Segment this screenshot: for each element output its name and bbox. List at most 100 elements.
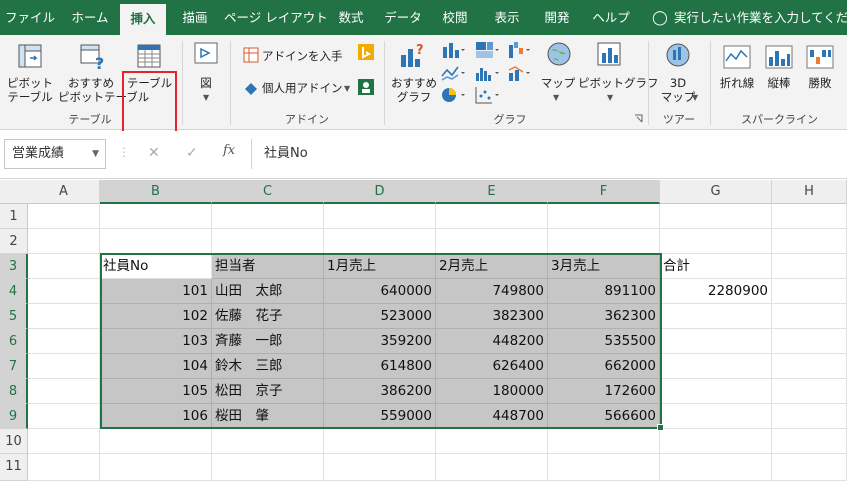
cell-f1[interactable]	[548, 204, 660, 229]
row-header-8[interactable]: 8	[0, 379, 28, 404]
row-header-5[interactable]: 5	[0, 304, 28, 329]
cell-c11[interactable]	[212, 454, 324, 481]
scatter-chart-icon[interactable]	[475, 86, 499, 104]
column-header-a[interactable]: A	[28, 180, 100, 204]
cell-a8[interactable]	[28, 379, 100, 404]
cell-e8[interactable]: 180000	[436, 379, 548, 404]
pivot-chart-button[interactable]: ピボットグラフ	[578, 76, 659, 90]
pivot-table-button[interactable]: ピボット テーブル	[4, 76, 56, 104]
cancel-icon[interactable]: ✕	[148, 145, 160, 161]
tab-page-layout[interactable]: ページ レイアウト	[224, 0, 328, 35]
tab-home[interactable]: ホーム	[62, 0, 118, 35]
tab-file[interactable]: ファイル	[0, 0, 60, 35]
chevron-down-icon[interactable]: ▼	[203, 93, 209, 102]
column-header-f[interactable]: F	[548, 180, 660, 204]
cell-h5[interactable]	[772, 304, 847, 329]
cell-b6[interactable]: 103	[100, 329, 212, 354]
column-header-g[interactable]: G	[660, 180, 772, 204]
cell-b1[interactable]	[100, 204, 212, 229]
tab-view[interactable]: 表示	[484, 0, 530, 35]
cell-c4[interactable]: 山田 太郎	[212, 279, 324, 304]
cell-b2[interactable]	[100, 229, 212, 254]
cell-b4[interactable]: 101	[100, 279, 212, 304]
cell-h11[interactable]	[772, 454, 847, 481]
row-header-2[interactable]: 2	[0, 229, 28, 254]
tab-developer[interactable]: 開発	[534, 0, 580, 35]
tab-insert[interactable]: 挿入	[120, 4, 166, 35]
tab-help[interactable]: ヘルプ	[584, 0, 638, 35]
line-chart-icon[interactable]	[441, 64, 465, 82]
cell-c5[interactable]: 佐藤 花子	[212, 304, 324, 329]
fill-handle[interactable]	[657, 424, 664, 431]
cell-e5[interactable]: 382300	[436, 304, 548, 329]
cell-e11[interactable]	[436, 454, 548, 481]
recommended-charts-button[interactable]: おすすめ グラフ	[390, 76, 438, 104]
cell-d9[interactable]: 559000	[324, 404, 436, 429]
cell-g2[interactable]	[660, 229, 772, 254]
cell-f7[interactable]: 662000	[548, 354, 660, 379]
combo-chart-icon[interactable]	[508, 64, 532, 82]
row-header-4[interactable]: 4	[0, 279, 28, 304]
cell-b11[interactable]	[100, 454, 212, 481]
enter-icon[interactable]: ✓	[186, 145, 198, 161]
cell-c2[interactable]	[212, 229, 324, 254]
cell-f4[interactable]: 891100	[548, 279, 660, 304]
cell-a1[interactable]	[28, 204, 100, 229]
cell-h7[interactable]	[772, 354, 847, 379]
cell-g9[interactable]	[660, 404, 772, 429]
cell-f8[interactable]: 172600	[548, 379, 660, 404]
cell-h1[interactable]	[772, 204, 847, 229]
cell-a7[interactable]	[28, 354, 100, 379]
insert-function-icon[interactable]: fx	[223, 143, 235, 158]
cell-b7[interactable]: 104	[100, 354, 212, 379]
row-header-9[interactable]: 9	[0, 404, 28, 429]
sparkline-column-button[interactable]: 縦棒	[758, 76, 800, 90]
cell-a4[interactable]	[28, 279, 100, 304]
chevron-down-icon[interactable]: ▼	[553, 93, 559, 102]
cell-c9[interactable]: 桜田 肇	[212, 404, 324, 429]
cell-d5[interactable]: 523000	[324, 304, 436, 329]
cell-h8[interactable]	[772, 379, 847, 404]
cell-g3[interactable]: 合計	[660, 254, 772, 279]
row-header-1[interactable]: 1	[0, 204, 28, 229]
recommended-pivot-button[interactable]: おすすめ ピボットテーブル	[58, 76, 149, 104]
cell-d7[interactable]: 614800	[324, 354, 436, 379]
column-header-b[interactable]: B	[100, 180, 212, 204]
cell-e10[interactable]	[436, 429, 548, 454]
cell-a2[interactable]	[28, 229, 100, 254]
column-header-d[interactable]: D	[324, 180, 436, 204]
cell-g8[interactable]	[660, 379, 772, 404]
cell-e4[interactable]: 749800	[436, 279, 548, 304]
cell-b5[interactable]: 102	[100, 304, 212, 329]
cell-f2[interactable]	[548, 229, 660, 254]
tab-draw[interactable]: 描画	[170, 0, 220, 35]
cell-f5[interactable]: 362300	[548, 304, 660, 329]
maps-button[interactable]: マップ	[538, 76, 578, 90]
sparkline-winloss-button[interactable]: 勝敗	[799, 76, 841, 90]
cell-d3[interactable]: 1月売上	[324, 254, 436, 279]
column-header-e[interactable]: E	[436, 180, 548, 204]
cell-a10[interactable]	[28, 429, 100, 454]
row-header-6[interactable]: 6	[0, 329, 28, 354]
tab-formulas[interactable]: 数式	[328, 0, 374, 35]
cell-f6[interactable]: 535500	[548, 329, 660, 354]
chevron-down-icon[interactable]: ▼	[607, 93, 613, 102]
statistic-chart-icon[interactable]	[475, 64, 499, 82]
cell-g10[interactable]	[660, 429, 772, 454]
cell-c1[interactable]	[212, 204, 324, 229]
cell-e7[interactable]: 626400	[436, 354, 548, 379]
people-graph-icon[interactable]	[358, 79, 374, 95]
column-header-c[interactable]: C	[212, 180, 324, 204]
cell-d11[interactable]	[324, 454, 436, 481]
chevron-down-icon[interactable]: ▼	[344, 84, 350, 93]
cell-f3[interactable]: 3月売上	[548, 254, 660, 279]
cell-g7[interactable]	[660, 354, 772, 379]
cell-d1[interactable]	[324, 204, 436, 229]
column-header-h[interactable]: H	[772, 180, 847, 204]
row-header-10[interactable]: 10	[0, 429, 28, 454]
cell-e3[interactable]: 2月売上	[436, 254, 548, 279]
row-header-7[interactable]: 7	[0, 354, 28, 379]
cell-e6[interactable]: 448200	[436, 329, 548, 354]
tab-review[interactable]: 校閲	[432, 0, 478, 35]
cell-g5[interactable]	[660, 304, 772, 329]
